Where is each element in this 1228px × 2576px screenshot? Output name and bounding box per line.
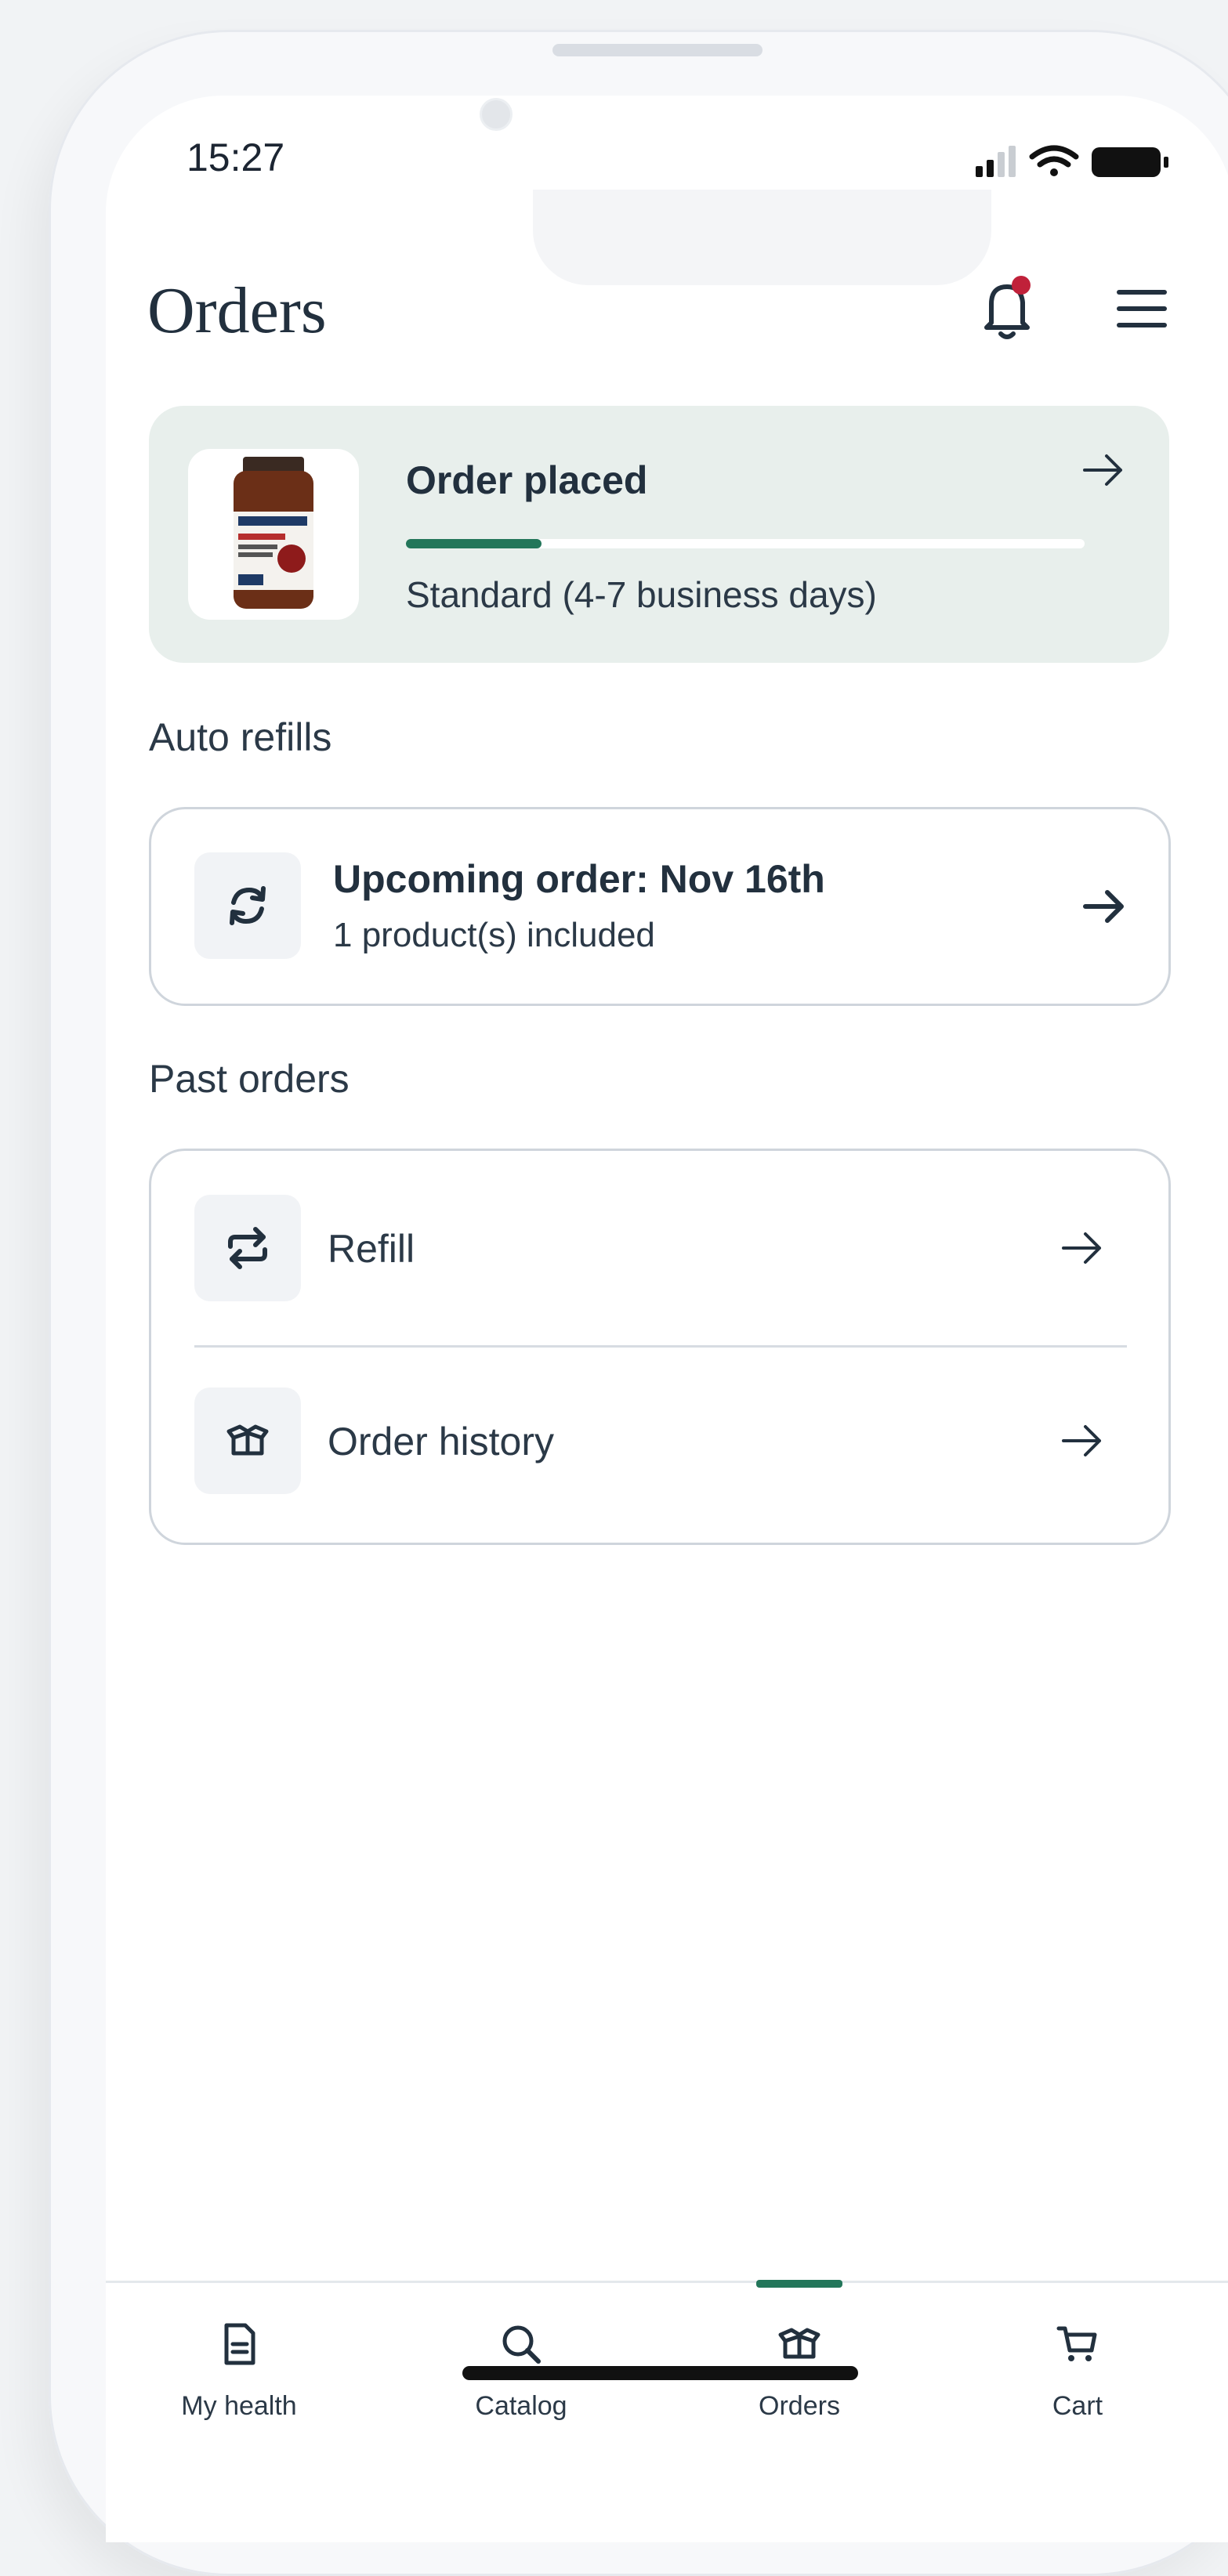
shipping-method: Standard (4-7 business days) — [406, 574, 877, 615]
arrow-right-icon[interactable] — [1060, 1231, 1104, 1265]
tab-my-health[interactable]: My health — [137, 2283, 341, 2455]
front-camera — [480, 98, 513, 131]
product-thumbnail — [188, 449, 359, 620]
refill-label: Refill — [328, 1227, 415, 1271]
repeat-icon — [228, 1227, 267, 1269]
bell-icon[interactable] — [976, 274, 1038, 345]
upcoming-order-subtitle: 1 product(s) included — [333, 916, 655, 954]
search-icon — [502, 2325, 541, 2364]
document-icon — [224, 2323, 255, 2365]
repeat-icon-box — [194, 1195, 301, 1301]
phone-speaker — [552, 44, 763, 56]
open-box-icon — [778, 2328, 820, 2359]
arrow-right-icon[interactable] — [1081, 453, 1125, 487]
tab-label: My health — [181, 2391, 297, 2421]
order-history-label: Order history — [328, 1420, 554, 1463]
status-icons — [976, 145, 1168, 177]
tab-orders[interactable]: Orders — [697, 2283, 901, 2455]
battery-icon — [1092, 147, 1168, 177]
past-orders-card: Refill Order history — [149, 1149, 1171, 1545]
bottom-tab-bar: My health Catalog Orders Cart — [106, 2280, 1228, 2542]
phone-notch — [533, 190, 991, 285]
upcoming-order-title: Upcoming order: Nov 16th — [333, 857, 825, 901]
open-box-icon-box — [194, 1387, 301, 1494]
list-item-order-history[interactable]: Order history — [151, 1348, 1168, 1543]
list-item-refill[interactable]: Refill — [151, 1151, 1168, 1345]
page-title: Orders — [147, 274, 327, 347]
cart-icon — [1056, 2326, 1097, 2361]
notification-dot — [1012, 276, 1031, 295]
current-order-card[interactable]: Order placed Standard (4-7 business days… — [149, 406, 1169, 663]
tab-label: Catalog — [475, 2391, 567, 2421]
auto-refills-heading: Auto refills — [149, 715, 332, 759]
order-status: Order placed — [406, 458, 648, 502]
signal-icon — [976, 146, 1016, 177]
tab-cart[interactable]: Cart — [976, 2283, 1179, 2455]
open-box-icon — [226, 1424, 269, 1456]
refresh-icon — [230, 886, 266, 925]
list-divider — [194, 1345, 1127, 1348]
status-time: 15:27 — [187, 136, 285, 179]
order-progress-fill — [406, 539, 542, 548]
upcoming-order-card[interactable]: Upcoming order: Nov 16th 1 product(s) in… — [149, 807, 1171, 1006]
tab-label: Orders — [759, 2391, 840, 2421]
order-progress-bar — [406, 539, 1085, 548]
refresh-icon-box — [194, 852, 301, 959]
tab-catalog[interactable]: Catalog — [419, 2283, 623, 2455]
wifi-icon — [1029, 145, 1079, 176]
hamburger-menu-icon[interactable] — [1117, 288, 1167, 329]
supplement-bottle-image — [234, 457, 313, 609]
tab-label: Cart — [1052, 2391, 1103, 2421]
arrow-right-icon[interactable] — [1060, 1424, 1104, 1458]
arrow-right-icon[interactable] — [1082, 889, 1126, 924]
past-orders-heading: Past orders — [149, 1057, 350, 1101]
